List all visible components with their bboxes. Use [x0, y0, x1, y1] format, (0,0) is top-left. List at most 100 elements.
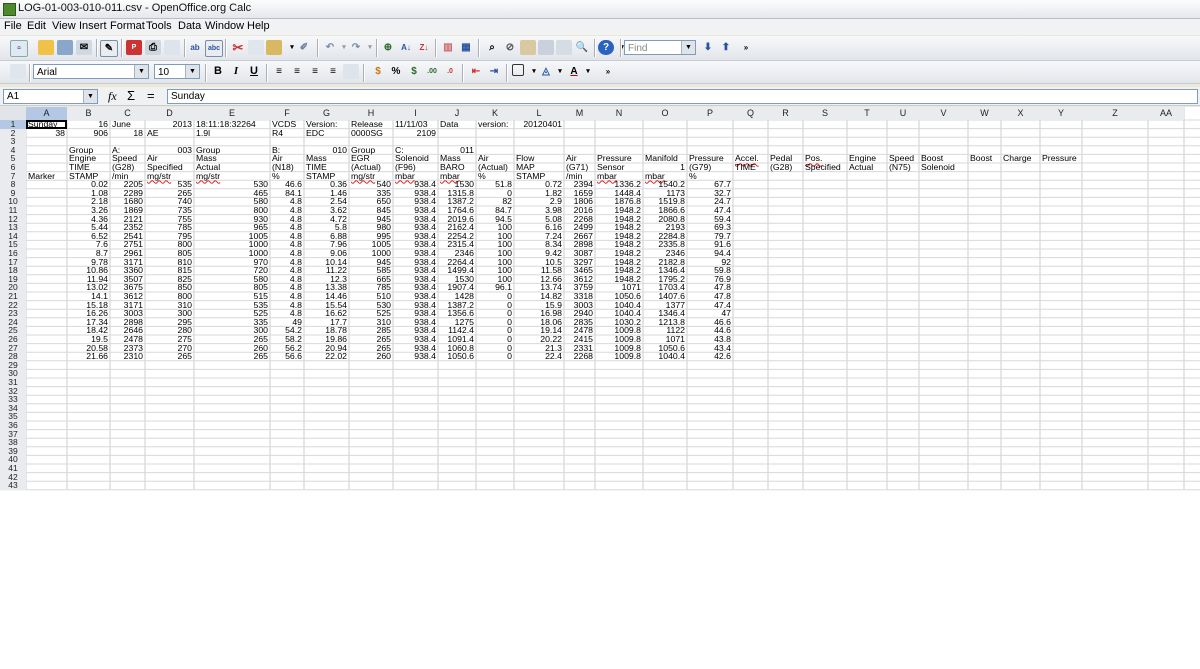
cell-k28[interactable]: 0	[476, 352, 514, 361]
align-left-icon[interactable]: ≡	[271, 64, 287, 79]
column-header-s[interactable]: S	[803, 107, 847, 120]
bold-button[interactable]: B	[210, 64, 226, 79]
open-folder-icon[interactable]	[38, 40, 54, 55]
hyperlink-icon[interactable]: ⊕	[380, 40, 396, 55]
cell-g2[interactable]: EDC	[304, 128, 349, 138]
cell-d28[interactable]: 265	[145, 352, 194, 361]
name-box[interactable]: A1 ▼	[3, 89, 98, 104]
increase-indent-icon[interactable]: ⇥	[486, 64, 502, 79]
styles-formatting-icon[interactable]	[10, 64, 26, 79]
cell-i28[interactable]: 938.4	[393, 352, 438, 361]
formatting-overflow-icon[interactable]: »	[600, 64, 616, 79]
cell-b28[interactable]: 21.66	[67, 352, 110, 361]
autospellcheck-icon[interactable]: abc	[205, 40, 223, 57]
styles-icon[interactable]	[556, 40, 572, 55]
menu-tools[interactable]: Tools	[146, 20, 172, 32]
menu-insert[interactable]: Insert	[79, 20, 107, 32]
cell-h28[interactable]: 260	[349, 352, 393, 361]
cell-j28[interactable]: 1050.6	[438, 352, 476, 361]
cell-w5[interactable]: Boost	[968, 154, 1001, 163]
font-name-select[interactable]: Arial ▼	[33, 64, 149, 79]
clone-formatting-icon[interactable]: ✐	[296, 40, 312, 55]
delete-decimal-icon[interactable]: .0	[442, 64, 458, 79]
add-decimal-icon[interactable]: .00	[424, 64, 440, 79]
function-icon[interactable]: =	[147, 88, 155, 103]
find-replace-icon[interactable]: ⌕	[484, 40, 500, 55]
new-document-icon[interactable]: ▫	[10, 40, 28, 57]
print-preview-icon[interactable]	[164, 40, 180, 55]
print-icon[interactable]: ⎙	[145, 40, 161, 55]
find-input[interactable]: Find ▼	[624, 40, 696, 55]
underline-button[interactable]: U	[246, 64, 262, 79]
cut-icon[interactable]: ✂	[230, 40, 246, 55]
column-header-v[interactable]: V	[919, 107, 968, 120]
column-header-n[interactable]: N	[595, 107, 643, 120]
align-right-icon[interactable]: ≡	[307, 64, 323, 79]
font-color-dropdown-icon[interactable]: ▾	[580, 64, 596, 79]
find-dropdown-icon[interactable]: ▼	[681, 41, 695, 54]
toolbar-overflow-icon[interactable]: »	[738, 40, 754, 55]
cell-e2[interactable]: 1.9l	[194, 128, 270, 138]
menu-view[interactable]: View	[52, 20, 76, 32]
menu-file[interactable]: File	[4, 20, 22, 32]
column-header-x[interactable]: X	[1001, 107, 1040, 120]
find-previous-icon[interactable]: ⬆	[718, 40, 734, 55]
cell-c28[interactable]: 2310	[110, 352, 145, 361]
cell-k1[interactable]: version:	[476, 120, 514, 129]
font-size-select[interactable]: 10 ▼	[154, 64, 200, 79]
cell-c2[interactable]: 18	[110, 128, 145, 138]
column-header-t[interactable]: T	[847, 107, 887, 120]
cell-g28[interactable]: 22.02	[304, 352, 349, 361]
column-header-y[interactable]: Y	[1040, 107, 1082, 120]
gallery-icon[interactable]	[520, 40, 536, 55]
cell-q6[interactable]: TIME	[733, 163, 768, 172]
cell-f2[interactable]: R4	[270, 128, 304, 138]
cell-d2[interactable]: AE	[145, 128, 194, 138]
cell-o28[interactable]: 1040.4	[643, 352, 687, 361]
copy-icon[interactable]	[248, 40, 264, 55]
cell-u6[interactable]: (N75)	[887, 163, 919, 172]
decrease-indent-icon[interactable]: ⇤	[468, 64, 484, 79]
row-header-43[interactable]: 43	[0, 481, 26, 490]
navigator-icon[interactable]: ⊘	[502, 40, 518, 55]
menu-help[interactable]: Help	[247, 20, 270, 32]
column-header-p[interactable]: P	[687, 107, 733, 120]
menu-format[interactable]: Format	[110, 20, 145, 32]
menu-data[interactable]: Data	[178, 20, 201, 32]
cell-p28[interactable]: 42.6	[687, 352, 733, 361]
formula-input[interactable]: Sunday	[167, 89, 1198, 104]
cell-x5[interactable]: Charge	[1001, 154, 1040, 163]
font-size-dropdown-icon[interactable]: ▼	[185, 65, 199, 78]
function-wizard-icon[interactable]: fx	[108, 89, 117, 104]
italic-button[interactable]: I	[228, 64, 244, 79]
column-header-r[interactable]: R	[768, 107, 803, 120]
cell-f28[interactable]: 56.6	[270, 352, 304, 361]
data-sources-icon[interactable]	[538, 40, 554, 55]
justify-icon[interactable]: ≡	[325, 64, 341, 79]
standard-format-icon[interactable]: $	[406, 64, 422, 79]
cell-y5[interactable]: Pressure	[1040, 154, 1082, 163]
zoom-icon[interactable]: 🔍	[574, 40, 590, 55]
column-header-aa[interactable]: AA	[1148, 107, 1184, 120]
cell-a2[interactable]: 38	[26, 128, 67, 138]
cell-t6[interactable]: Actual	[847, 163, 887, 172]
column-header-o[interactable]: O	[643, 107, 687, 120]
align-center-icon[interactable]: ≡	[289, 64, 305, 79]
column-header-w[interactable]: W	[968, 107, 1001, 120]
chart-icon[interactable]: ▥	[440, 40, 456, 55]
cell-i2[interactable]: 2109	[393, 128, 438, 138]
paste-icon[interactable]	[266, 40, 282, 55]
column-header-q[interactable]: Q	[733, 107, 768, 120]
column-header-u[interactable]: U	[887, 107, 919, 120]
export-pdf-icon[interactable]: P	[126, 40, 142, 55]
edit-mode-icon[interactable]: ✎	[100, 40, 118, 57]
help-icon[interactable]: ?	[598, 40, 614, 55]
cell-a7[interactable]: Marker	[26, 171, 67, 181]
name-box-dropdown-icon[interactable]: ▼	[83, 90, 97, 103]
cell-j1[interactable]: Data	[438, 120, 476, 129]
cell-v6[interactable]: Solenoid	[919, 163, 968, 172]
sort-ascending-icon[interactable]: A↓	[398, 40, 414, 55]
find-next-icon[interactable]: ⬇	[700, 40, 716, 55]
spellcheck-icon[interactable]: ab	[187, 40, 203, 55]
column-header-m[interactable]: M	[564, 107, 595, 120]
